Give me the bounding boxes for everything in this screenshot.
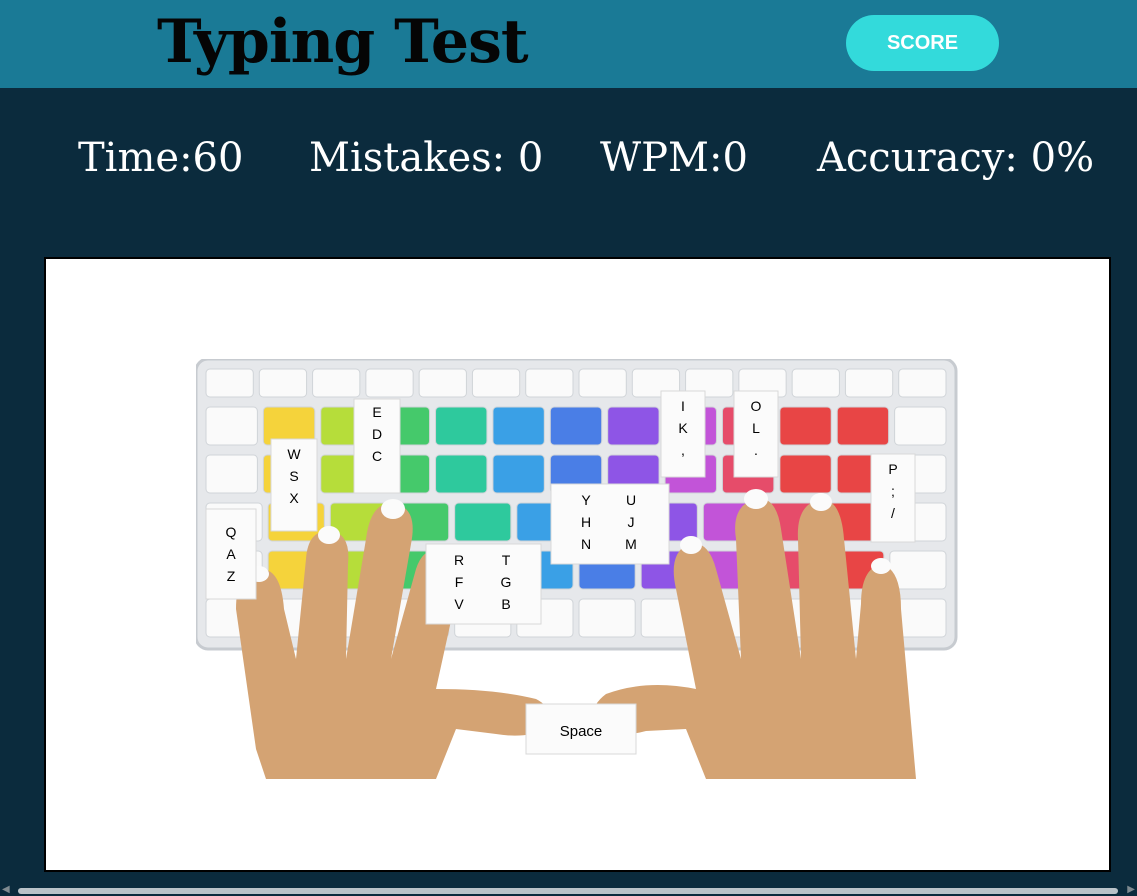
svg-text:T: T: [502, 552, 511, 568]
svg-text:Z: Z: [227, 568, 236, 584]
stats-bar: Time:60 Mistakes: 0 WPM:0 Accuracy: 0%: [0, 134, 1137, 184]
svg-text:V: V: [454, 596, 464, 612]
finger-card-ik: I K ,: [660, 390, 706, 478]
svg-text:E: E: [372, 404, 381, 420]
finger-card-wsx: W S X: [270, 438, 318, 532]
key-shape: [836, 406, 890, 446]
finger-card-edc: E D C: [353, 398, 401, 494]
svg-text:F: F: [455, 574, 464, 590]
svg-text:B: B: [501, 596, 510, 612]
key-shape: [418, 368, 467, 398]
svg-text:J: J: [628, 514, 635, 530]
key-shape: [607, 406, 660, 446]
key-shape: [454, 502, 512, 542]
svg-text:Q: Q: [226, 524, 237, 540]
page-title: Typing Test: [157, 7, 529, 77]
key-shape: [525, 368, 574, 398]
key-shape: [578, 598, 636, 638]
key-shape: [844, 368, 894, 398]
svg-text:I: I: [681, 398, 685, 414]
key-shape: [779, 454, 832, 494]
svg-text:P: P: [888, 461, 897, 477]
keyboard-hands-illustration: Q A Z W S X E D C R F V T G B Y H N U J …: [196, 359, 958, 779]
horizontal-scrollbar[interactable]: ◀ ▶: [0, 884, 1137, 896]
score-button[interactable]: SCORE: [846, 15, 999, 71]
key-shape: [889, 550, 947, 590]
finger-card-p: P ; /: [870, 453, 916, 543]
key-shape: [205, 406, 258, 446]
svg-text:X: X: [289, 490, 299, 506]
typing-area[interactable]: Q A Z W S X E D C R F V T G B Y H N U J …: [44, 257, 1111, 872]
key-shape: [898, 368, 947, 398]
key-shape: [894, 406, 947, 446]
svg-text:,: ,: [681, 442, 685, 458]
key-shape: [791, 368, 840, 398]
accuracy-stat: Accuracy: 0%: [817, 135, 1095, 181]
svg-text:G: G: [501, 574, 512, 590]
svg-text:H: H: [581, 514, 591, 530]
svg-text:;: ;: [891, 483, 895, 499]
scroll-thumb[interactable]: [18, 888, 1118, 894]
svg-text:N: N: [581, 536, 591, 552]
finger-card-yhn-ujm: Y H N U J M: [550, 483, 670, 565]
svg-text:S: S: [289, 468, 298, 484]
key-shape: [578, 368, 627, 398]
wpm-stat: WPM:0: [600, 135, 748, 181]
key-shape: [779, 406, 832, 446]
key-shape: [258, 368, 308, 398]
svg-text:C: C: [372, 448, 382, 464]
finger-card-ol: O L .: [733, 390, 779, 478]
key-shape: [492, 454, 545, 494]
svg-text:U: U: [626, 492, 636, 508]
time-stat: Time:60: [78, 135, 244, 181]
app-header: Typing Test SCORE: [0, 0, 1137, 88]
svg-text:K: K: [678, 420, 688, 436]
key-shape: [492, 406, 545, 446]
space-card: Space: [525, 703, 637, 755]
svg-text:R: R: [454, 552, 464, 568]
svg-text:O: O: [751, 398, 762, 414]
svg-text:.: .: [754, 442, 758, 458]
key-shape: [471, 368, 521, 398]
finger-card-rfv-tgb: R F V T G B: [425, 543, 542, 625]
key-shape: [435, 454, 488, 494]
svg-text:M: M: [625, 536, 637, 552]
svg-text:L: L: [752, 420, 760, 436]
svg-text:Space: Space: [560, 723, 603, 740]
scroll-right-icon[interactable]: ▶: [1127, 884, 1135, 895]
scroll-left-icon[interactable]: ◀: [2, 884, 10, 895]
finger-card-qaz: Q A Z: [205, 508, 257, 600]
key-shape: [365, 368, 414, 398]
key-shape: [549, 406, 603, 446]
key-shape: [205, 368, 254, 398]
key-shape: [312, 368, 361, 398]
svg-text:/: /: [891, 505, 895, 521]
svg-text:W: W: [287, 446, 301, 462]
svg-text:D: D: [372, 426, 382, 442]
svg-text:Y: Y: [581, 492, 591, 508]
svg-text:A: A: [226, 546, 236, 562]
key-shape: [205, 454, 258, 494]
key-shape: [435, 406, 488, 446]
mistakes-stat: Mistakes: 0: [309, 135, 544, 181]
